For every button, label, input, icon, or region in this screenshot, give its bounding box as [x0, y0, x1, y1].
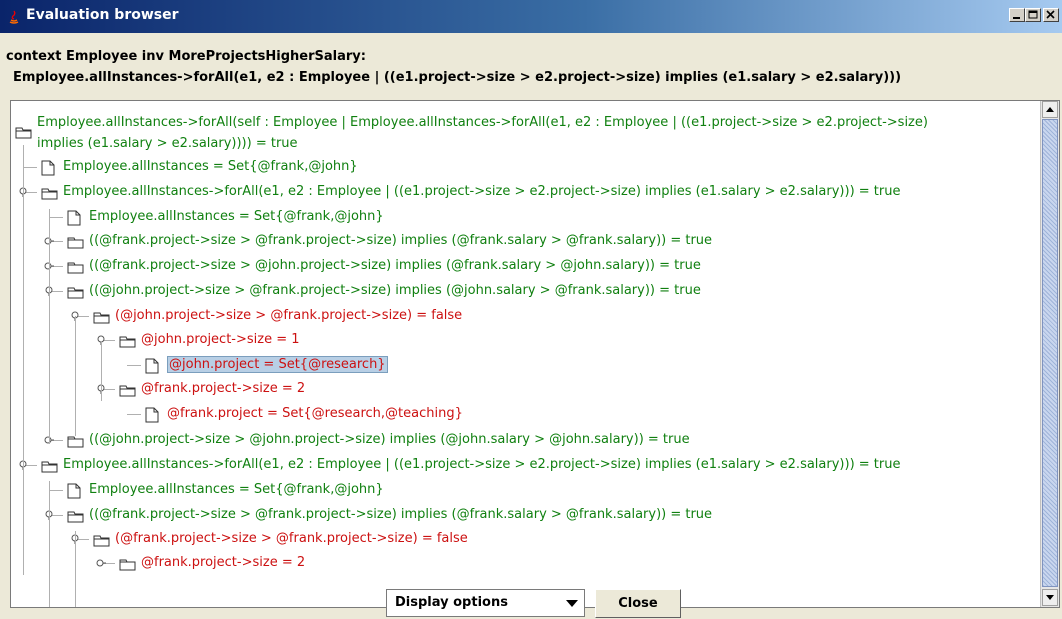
arrow-down-icon: [1046, 595, 1054, 600]
scroll-thumb[interactable]: [1042, 119, 1058, 587]
tree-node-label: ((@john.project->size > @frank.project->…: [89, 283, 701, 298]
evaluation-browser-window: Evaluation browser context Employee inv …: [0, 0, 1062, 619]
tree-node-label: Employee.allInstances->forAll(self : Emp…: [37, 115, 928, 130]
chevron-down-icon: [566, 600, 578, 607]
tree-node[interactable]: @frank.project->size = 2: [141, 554, 305, 572]
tree-connector: [127, 414, 141, 415]
arrow-up-icon: [1046, 107, 1054, 112]
tree-node-label: @frank.project = Set{@research,@teaching…: [167, 406, 463, 421]
invariant-expression: Employee.allInstances->forAll(e1, e2 : E…: [13, 70, 902, 85]
document-icon: [67, 210, 81, 230]
scroll-down-button[interactable]: [1042, 589, 1058, 606]
invariant-header: context Employee inv MoreProjectsHigherS…: [6, 46, 901, 88]
tree-guide-line: [101, 341, 102, 401]
display-options-label: Display options: [395, 595, 508, 610]
tree-node[interactable]: ((@frank.project->size > @frank.project-…: [89, 232, 712, 250]
tree-node-label: Employee.allInstances->forAll(e1, e2 : E…: [63, 184, 901, 199]
tree-node[interactable]: @frank.project->size = 2: [141, 380, 305, 398]
tree-guide-line: [23, 145, 24, 575]
minimize-button[interactable]: [1009, 8, 1025, 22]
folder-open-icon: [41, 185, 59, 204]
tree-node-label: ((@frank.project->size > @frank.project-…: [89, 233, 713, 248]
folder-open-icon: [119, 382, 137, 401]
collapsed-handle-icon[interactable]: [96, 558, 106, 568]
invariant-context: context Employee inv MoreProjectsHigherS…: [6, 49, 366, 64]
tree-node[interactable]: @john.project->size = 1: [141, 331, 300, 349]
tree-node-label: Employee.allInstances->forAll(e1, e2 : E…: [63, 457, 901, 472]
maximize-icon: [1028, 10, 1038, 19]
tree-node[interactable]: ((@john.project->size > @frank.project->…: [89, 282, 701, 300]
close-window-button[interactable]: [1043, 8, 1059, 22]
tree-node-label: (@john.project->size > @frank.project->s…: [115, 308, 463, 323]
tree-connector: [49, 217, 63, 218]
close-button-label: Close: [618, 596, 658, 611]
tree-node-label: (@frank.project->size > @frank.project->…: [115, 531, 468, 546]
tree-node-label: Employee.allInstances = Set{@frank,@john…: [63, 159, 358, 174]
vertical-scrollbar[interactable]: [1040, 101, 1059, 607]
title-bar[interactable]: Evaluation browser: [0, 0, 1062, 33]
document-icon: [145, 407, 159, 427]
document-icon: [41, 160, 55, 180]
folder-icon: [67, 234, 85, 253]
tree-node-label: ((@frank.project->size > @frank.project-…: [89, 507, 713, 522]
window-title: Evaluation browser: [26, 7, 179, 23]
tree-node-label: @frank.project->size = 2: [141, 381, 306, 396]
tree-node[interactable]: Employee.allInstances = Set{@frank,@john…: [89, 208, 384, 226]
tree-node[interactable]: Employee.allInstances->forAll(self : Emp…: [37, 112, 928, 154]
tree-node[interactable]: ((@frank.project->size > @john.project->…: [89, 257, 701, 275]
tree-node[interactable]: Employee.allInstances->forAll(e1, e2 : E…: [63, 456, 900, 474]
folder-open-icon: [41, 458, 59, 477]
minimize-icon: [1013, 17, 1020, 19]
evaluation-tree[interactable]: Employee.allInstances->forAll(self : Emp…: [10, 100, 1060, 608]
tree-node[interactable]: @john.project = Set{@research}: [167, 356, 388, 374]
tree-connector: [127, 365, 141, 366]
tree-node-label: ((@john.project->size > @john.project->s…: [89, 432, 690, 447]
tree-node[interactable]: @frank.project = Set{@research,@teaching…: [167, 405, 463, 423]
tree-node[interactable]: Employee.allInstances = Set{@frank,@john…: [89, 481, 384, 499]
folder-open-icon: [93, 532, 111, 551]
folder-icon: [67, 259, 85, 278]
display-options-select[interactable]: Display options: [386, 589, 585, 617]
tree-node[interactable]: Employee.allInstances = Set{@frank,@john…: [63, 158, 358, 176]
tree-node-label-continued: implies (e1.salary > e2.salary)))) = tru…: [37, 136, 298, 151]
folder-open-icon: [15, 124, 33, 143]
tree-guide-line: [49, 481, 50, 607]
tree-connector: [49, 490, 63, 491]
folder-open-icon: [67, 508, 85, 527]
tree-guide-line: [75, 531, 76, 607]
tree-node[interactable]: Employee.allInstances->forAll(e1, e2 : E…: [63, 183, 900, 201]
java-icon: [9, 10, 19, 24]
tree-node[interactable]: ((@frank.project->size > @frank.project-…: [89, 506, 712, 524]
tree-node-label: @john.project->size = 1: [141, 332, 300, 347]
folder-open-icon: [67, 284, 85, 303]
document-icon: [67, 483, 81, 503]
folder-icon: [119, 556, 137, 575]
tree-node-label: @john.project = Set{@research}: [167, 356, 388, 373]
tree-guide-line: [49, 209, 50, 444]
tree-node[interactable]: ((@john.project->size > @john.project->s…: [89, 431, 690, 449]
folder-open-icon: [119, 333, 137, 352]
tree-node-label: @frank.project->size = 2: [141, 555, 306, 570]
tree-node-label: Employee.allInstances = Set{@frank,@john…: [89, 209, 384, 224]
folder-open-icon: [93, 309, 111, 328]
tree-node[interactable]: (@john.project->size > @frank.project->s…: [115, 307, 462, 325]
close-button[interactable]: Close: [595, 589, 681, 618]
folder-icon: [67, 433, 85, 452]
maximize-button[interactable]: [1025, 8, 1041, 22]
tree-node[interactable]: (@frank.project->size > @frank.project->…: [115, 530, 468, 548]
tree-connector: [23, 167, 37, 168]
tree-guide-line: [75, 316, 76, 436]
close-icon: [1046, 10, 1055, 19]
tree-node-label: ((@frank.project->size > @john.project->…: [89, 258, 701, 273]
document-icon: [145, 358, 159, 378]
scroll-up-button[interactable]: [1042, 101, 1058, 118]
tree-node-label: Employee.allInstances = Set{@frank,@john…: [89, 482, 384, 497]
